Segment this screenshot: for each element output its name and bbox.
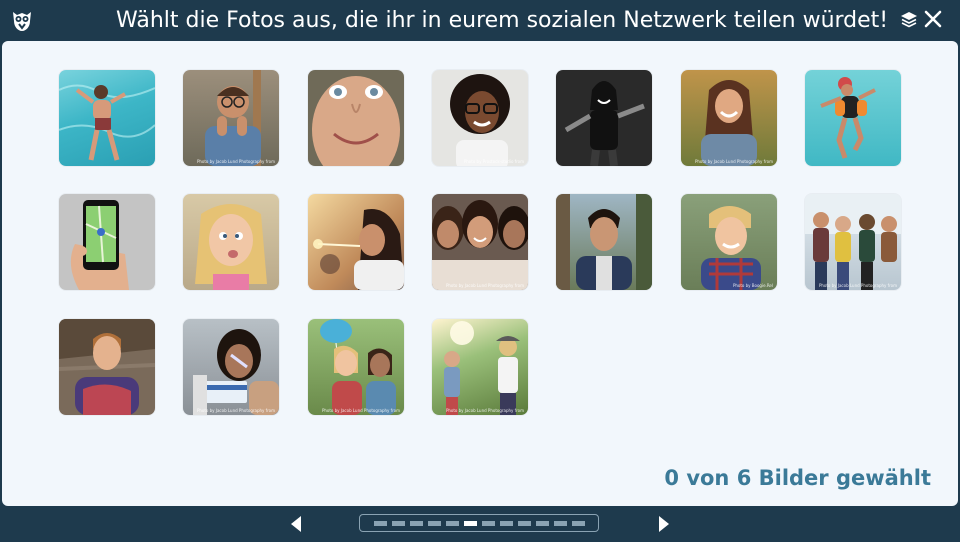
photo-tile[interactable]	[183, 194, 279, 290]
photo-selection-panel: Photo by Jacob Lund Photography from Pho…	[2, 41, 958, 506]
page-title: Wählt die Fotos aus, die ihr in eurem so…	[116, 7, 889, 33]
selection-count: 0 von 6 Bilder gewählt	[664, 466, 931, 490]
photo-tile[interactable]: Photo by Prostock-studio from	[432, 70, 528, 166]
page-indicator	[359, 514, 599, 532]
title-group: Wählt die Fotos aus, die ihr in eurem so…	[116, 0, 918, 40]
photo-tile[interactable]: Photo by Jacob Lund Photography from	[183, 70, 279, 166]
header-bar: Wählt die Fotos aus, die ihr in eurem so…	[0, 0, 960, 40]
photo-tile[interactable]: Photo by Jacob Lund Photography from	[432, 194, 528, 290]
photo-tile[interactable]: Photo by Boogie.Rel	[681, 194, 777, 290]
photo-image	[195, 204, 267, 290]
photo-image	[320, 319, 396, 415]
photo-image	[564, 81, 645, 166]
photo-tile[interactable]: Photo by Jacob Lund Photography from	[432, 319, 528, 415]
photo-tile[interactable]: Photo by Jacob Lund Photography from	[681, 70, 777, 166]
page-dot[interactable]	[409, 520, 423, 526]
photo-tile[interactable]	[59, 194, 155, 290]
photo-image	[444, 321, 520, 415]
footer-bar	[0, 507, 960, 542]
photo-tile[interactable]	[59, 319, 155, 415]
page-dot[interactable]	[535, 520, 549, 526]
page-dot[interactable]	[373, 520, 387, 526]
photo-credit: Photo by Jacob Lund Photography from	[445, 283, 524, 288]
page-dot-current[interactable]	[463, 520, 477, 526]
photo-image	[312, 76, 400, 166]
photo-image	[805, 194, 901, 290]
photo-credit: Photo by Jacob Lund Photography from	[694, 159, 773, 164]
layers-icon[interactable]	[900, 11, 918, 29]
photo-tile[interactable]: Photo by Jacob Lund Photography from	[308, 319, 404, 415]
photo-tile[interactable]: Photo by Jacob Lund Photography from	[183, 319, 279, 415]
page-dot[interactable]	[427, 520, 441, 526]
photo-credit: Photo by Prostock-studio from	[463, 159, 524, 164]
photo-image	[205, 70, 261, 166]
owl-logo-icon	[13, 12, 31, 31]
page-dot[interactable]	[499, 520, 513, 526]
photo-tile[interactable]	[308, 70, 404, 166]
photo-image	[70, 200, 129, 290]
arrow-right-icon[interactable]	[657, 515, 671, 533]
page-dot[interactable]	[517, 520, 531, 526]
page-dot[interactable]	[553, 520, 567, 526]
page-dot[interactable]	[445, 520, 459, 526]
close-icon[interactable]	[924, 10, 942, 28]
photo-image	[701, 206, 761, 290]
photo-image	[59, 84, 155, 161]
photo-tile[interactable]: Photo by Jacob Lund Photography from	[805, 194, 901, 290]
photo-tile[interactable]	[556, 70, 652, 166]
photo-image	[432, 200, 528, 290]
photo-image	[313, 209, 404, 290]
photo-credit: Photo by Jacob Lund Photography from	[196, 159, 275, 164]
photo-credit: Photo by Jacob Lund Photography from	[196, 408, 275, 413]
page-dot[interactable]	[571, 520, 585, 526]
photo-tile[interactable]	[308, 194, 404, 290]
photo-image	[450, 74, 510, 166]
photo-credit: Photo by Boogie.Rel	[732, 283, 773, 288]
photo-tile[interactable]	[805, 70, 901, 166]
photo-image	[701, 80, 757, 166]
photo-image	[59, 319, 155, 415]
photo-image	[820, 77, 876, 159]
photo-tile[interactable]	[59, 70, 155, 166]
page-dot[interactable]	[391, 520, 405, 526]
arrow-left-icon[interactable]	[289, 515, 303, 533]
photo-credit: Photo by Jacob Lund Photography from	[818, 283, 897, 288]
page-dot[interactable]	[481, 520, 495, 526]
photo-image	[556, 194, 652, 290]
photo-image	[193, 329, 279, 415]
photo-tile[interactable]	[556, 194, 652, 290]
photo-credit: Photo by Jacob Lund Photography from	[445, 408, 524, 413]
photo-credit: Photo by Jacob Lund Photography from	[321, 408, 400, 413]
